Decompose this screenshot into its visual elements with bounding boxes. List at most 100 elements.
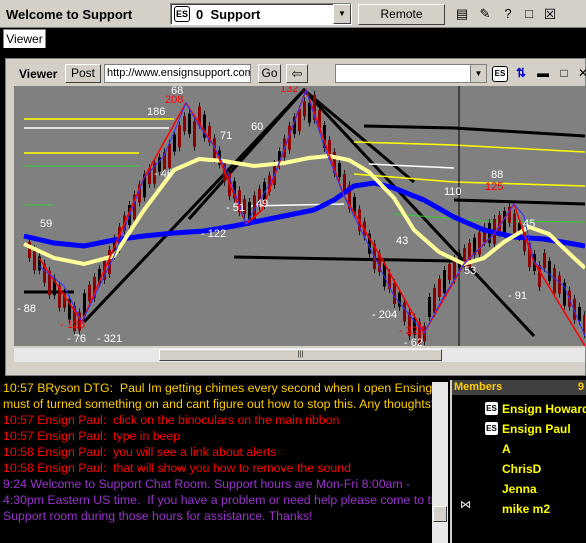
camera-icon[interactable]: □ bbox=[520, 5, 538, 23]
members-header: Members 9 bbox=[452, 380, 586, 395]
viewer-panel: Viewer Post http://www.ensignsupport.com… bbox=[0, 48, 586, 380]
member-item[interactable]: Ensign Howard bbox=[502, 402, 586, 416]
scroll-thumb[interactable] bbox=[433, 506, 447, 522]
candle-body bbox=[303, 101, 306, 117]
room-select[interactable]: ES 0 Support ▼ bbox=[170, 3, 352, 25]
candle-body bbox=[448, 264, 451, 280]
es-logo-icon: ES bbox=[484, 421, 499, 436]
price-label: 186 bbox=[147, 106, 165, 118]
chart-h-scrollbar[interactable]: ||| bbox=[14, 348, 585, 362]
members-count: 9 bbox=[577, 381, 584, 393]
candle-body bbox=[88, 285, 91, 302]
channel-line bbox=[363, 124, 585, 138]
viewer-label: Viewer bbox=[19, 67, 58, 81]
price-label: - 204 bbox=[372, 309, 397, 321]
chat-scrollbar[interactable] bbox=[432, 382, 448, 543]
url-input[interactable]: http://www.ensignsupport.com bbox=[104, 64, 251, 83]
chart-icon[interactable]: ⇅ bbox=[512, 64, 530, 83]
price-label: 53 bbox=[464, 265, 476, 277]
candle-body bbox=[338, 163, 341, 177]
chat-message: 10:58 Ensign Paul: you will see a link a… bbox=[3, 445, 277, 459]
chat-message: 10:57 Ensign Paul: type in beep bbox=[3, 429, 181, 443]
tab-viewer[interactable]: Viewer bbox=[3, 29, 46, 48]
price-label: 132 bbox=[280, 86, 298, 95]
scroll-thumb[interactable]: ||| bbox=[159, 349, 442, 361]
band-line bbox=[353, 141, 585, 153]
candle-body bbox=[513, 213, 516, 235]
candle-body bbox=[503, 211, 506, 234]
close-icon[interactable]: ✕ bbox=[574, 64, 586, 83]
candle-body bbox=[173, 134, 176, 152]
band-line bbox=[368, 163, 455, 169]
remote-support-button[interactable]: Remote Support bbox=[358, 4, 445, 40]
post-button[interactable]: Post bbox=[65, 64, 101, 83]
price-label: 49 bbox=[256, 198, 268, 210]
candle-body bbox=[558, 275, 561, 294]
chart-svg: 682081861326071- 4659- 51 49- 12211088125… bbox=[17, 86, 585, 346]
back-arrow-icon[interactable]: ⇦ bbox=[286, 64, 308, 83]
price-label: 45 bbox=[523, 218, 535, 230]
price-label: - 62 bbox=[404, 337, 423, 346]
chat-message-list: 10:57 BRyson DTG: Paul Im getting chimes… bbox=[0, 380, 450, 524]
price-label: - 76 bbox=[67, 333, 86, 345]
candle-body bbox=[428, 297, 431, 317]
es-logo-icon: ES bbox=[484, 401, 499, 416]
price-label: - 321 bbox=[97, 333, 122, 345]
price-label: 60 bbox=[251, 121, 263, 133]
maximize-icon[interactable]: □ bbox=[555, 64, 573, 83]
candle-body bbox=[578, 307, 581, 321]
member-item[interactable]: ChrisD bbox=[502, 462, 541, 476]
candle-body bbox=[183, 116, 186, 132]
members-panel: Members 9 ES Ensign Howard ES Ensign Paul A C… bbox=[452, 380, 586, 543]
app-title: Welcome to Support bbox=[6, 7, 133, 22]
candle-body bbox=[548, 261, 551, 281]
candles-group bbox=[28, 90, 585, 346]
es-logo-icon[interactable]: ES bbox=[492, 66, 508, 82]
member-item[interactable]: mike m2 bbox=[502, 502, 550, 516]
help-icon[interactable]: ? bbox=[499, 5, 517, 23]
price-label: 110 bbox=[444, 186, 462, 198]
chat-bubble-icon[interactable]: ▤ bbox=[453, 5, 471, 23]
chat-message: 9:24 Welcome to Support Chat Room. Suppo… bbox=[3, 477, 445, 523]
candle-body bbox=[443, 270, 446, 293]
channel-line bbox=[233, 255, 455, 263]
member-item[interactable]: A bbox=[502, 442, 511, 456]
candle-body bbox=[188, 113, 191, 134]
price-label: - 88 bbox=[17, 303, 36, 315]
candle-body bbox=[553, 268, 556, 294]
viewer-combo[interactable]: ▼ bbox=[335, 64, 487, 83]
price-label: 208 bbox=[165, 94, 183, 106]
candle-body bbox=[168, 143, 171, 168]
member-item[interactable]: Ensign Paul bbox=[502, 422, 571, 436]
channel-line bbox=[453, 198, 585, 206]
members-title: Members bbox=[454, 381, 503, 393]
candle-body bbox=[438, 279, 441, 297]
price-label: 125 bbox=[485, 181, 503, 193]
candle-body bbox=[478, 232, 481, 255]
viewer-window: Viewer Post http://www.ensignsupport.com… bbox=[5, 58, 586, 376]
go-button[interactable]: Go bbox=[258, 64, 281, 83]
candle-body bbox=[393, 283, 396, 304]
minimize-icon[interactable]: ▬ bbox=[534, 64, 552, 83]
tab-strip: Viewer bbox=[0, 28, 586, 48]
close-icon[interactable]: ☒ bbox=[541, 5, 559, 23]
chevron-down-icon[interactable]: ▼ bbox=[470, 65, 486, 82]
cursor-icon: ⋈ bbox=[460, 499, 471, 511]
candle-body bbox=[193, 121, 196, 147]
price-label: 59 bbox=[40, 218, 52, 230]
member-item[interactable]: Jenna bbox=[502, 482, 537, 496]
candle-body bbox=[433, 288, 436, 313]
price-label: 43 bbox=[396, 235, 408, 247]
title-bar: Welcome to Support ES 0 Support ▼ Remote… bbox=[0, 0, 586, 40]
chat-message: 10:58 Ensign Paul: that will show you ho… bbox=[3, 461, 351, 475]
price-label: - 122 bbox=[201, 228, 226, 240]
chat-log: 10:57 BRyson DTG: Paul Im getting chimes… bbox=[0, 380, 450, 543]
chevron-down-icon[interactable]: ▼ bbox=[333, 4, 351, 24]
chat-message: 10:57 Ensign Paul: click on the binocula… bbox=[3, 413, 340, 427]
edit-icon[interactable]: ✎ bbox=[476, 5, 494, 23]
price-chart[interactable]: 68 208 186 132 60 71- 46 59- 51 49- 122 110 88 125… bbox=[14, 86, 585, 346]
candle-body bbox=[543, 253, 546, 268]
price-label: - 46 bbox=[154, 168, 173, 180]
price-label: - 91 bbox=[508, 290, 527, 302]
chat-message: 10:57 BRyson DTG: Paul Im getting chimes… bbox=[3, 381, 443, 411]
